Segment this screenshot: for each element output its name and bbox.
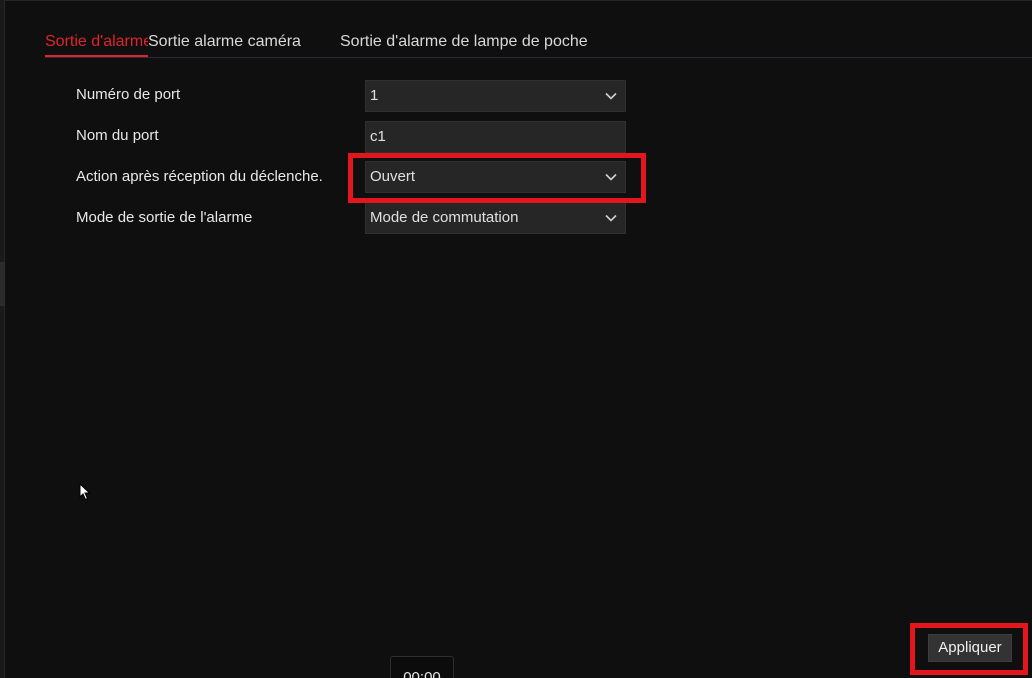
tab-bar: Sortie d'alarme Sortie alarme caméra Sor… bbox=[45, 32, 1032, 58]
apply-button[interactable]: Appliquer bbox=[928, 634, 1012, 662]
port-name-input[interactable]: c1 bbox=[365, 121, 626, 153]
tab-alarm-output[interactable]: Sortie d'alarme bbox=[45, 32, 148, 57]
chevron-down-icon bbox=[605, 171, 617, 183]
port-name-value: c1 bbox=[370, 128, 386, 145]
output-mode-value: Mode de commutation bbox=[370, 209, 519, 226]
trigger-action-select[interactable]: Ouvert bbox=[365, 161, 626, 193]
tab-flashlight-alarm-output[interactable]: Sortie d'alarme de lampe de poche bbox=[340, 32, 588, 57]
timeline-time-indicator: 00:00 bbox=[390, 656, 454, 678]
chevron-down-icon bbox=[605, 212, 617, 224]
output-mode-label: Mode de sortie de l'alarme bbox=[76, 209, 253, 226]
top-divider bbox=[5, 0, 1032, 1]
output-mode-select[interactable]: Mode de commutation bbox=[365, 202, 626, 234]
mouse-cursor-icon bbox=[79, 482, 91, 501]
port-number-select[interactable]: 1 bbox=[365, 80, 626, 112]
port-number-label: Numéro de port bbox=[76, 86, 181, 103]
trigger-action-value: Ouvert bbox=[370, 168, 416, 185]
port-name-label: Nom du port bbox=[76, 127, 159, 144]
chevron-down-icon bbox=[605, 90, 617, 102]
left-panel-edge bbox=[0, 0, 5, 678]
trigger-action-label: Action après réception du déclenche. bbox=[76, 168, 323, 185]
port-number-value: 1 bbox=[370, 87, 379, 104]
tab-camera-alarm-output[interactable]: Sortie alarme caméra bbox=[148, 32, 301, 57]
alarm-output-settings-page: Sortie d'alarme Sortie alarme caméra Sor… bbox=[0, 0, 1032, 678]
panel-resize-handle[interactable] bbox=[0, 262, 5, 306]
